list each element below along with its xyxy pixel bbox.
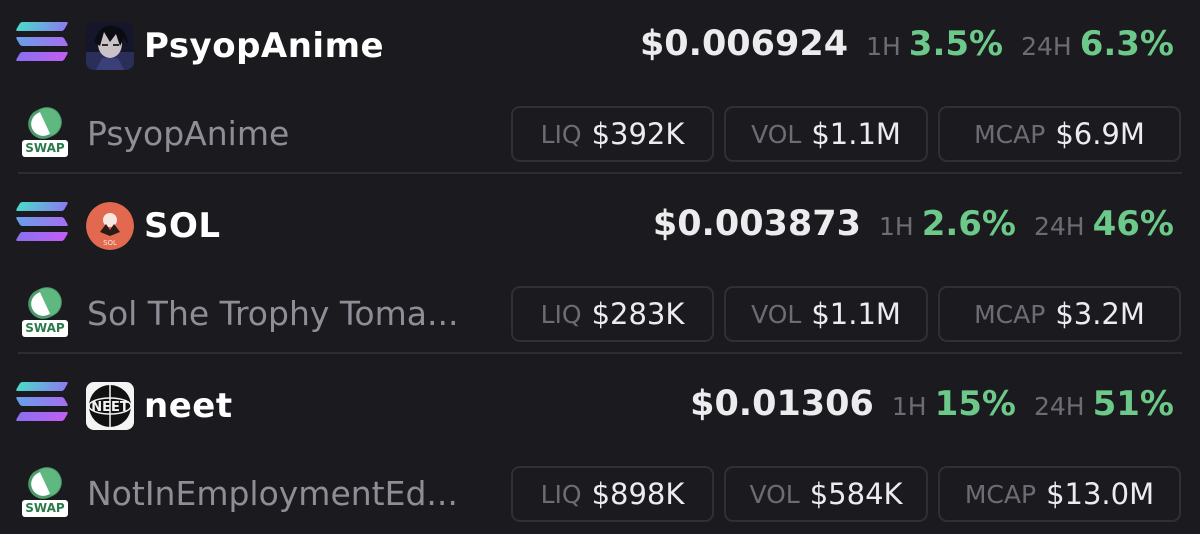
liquidity-badge: LIQ $392K [511,106,714,162]
change-24h-value: 6.3% [1079,24,1174,64]
volume-badge: VOL $584K [724,466,928,522]
swap-tag: SWAP [22,320,68,337]
change-1h-value: 3.5% [908,24,1004,64]
market-cap-label: MCAP [964,479,1037,509]
token-price: $0.01306 [690,384,874,424]
liquidity-label: LIQ [540,299,582,329]
liquidity-label: LIQ [540,479,582,509]
liquidity-label: LIQ [540,119,582,149]
token-symbol[interactable]: PsyopAnime [144,22,384,70]
market-cap-label: MCAP [974,119,1046,149]
change-1h-label: 1H [866,32,901,61]
change-1h-label: 1H [891,392,927,421]
volume-badge: VOL $1.1M [724,286,928,342]
change-1h-value: 15% [934,384,1016,424]
token-symbol[interactable]: neet [144,382,233,430]
row-divider [18,172,1182,174]
change-1h-label: 1H [878,212,914,241]
market-cap-badge: MCAP $6.9M [938,106,1181,162]
volume-value: $584K [809,477,903,511]
volume-value: $1.1M [811,297,901,331]
liquidity-value: $283K [591,297,685,331]
swap-icon: SWAP [20,282,68,337]
solana-icon [15,202,69,242]
solana-icon [15,382,69,422]
change-24h-label: 24H [1033,392,1085,421]
volume-label: VOL [751,119,802,149]
token-price: $0.003873 [652,204,861,244]
row-divider [18,352,1182,354]
liquidity-badge: LIQ $898K [511,466,714,522]
token-name: PsyopAnime [87,114,290,153]
change-24h-label: 24H [1021,32,1072,61]
volume-label: VOL [749,479,800,509]
liquidity-value: $898K [591,477,685,511]
liquidity-value: $392K [591,117,685,151]
market-cap-value: $6.9M [1055,117,1145,151]
token-avatar: NEET [86,382,134,430]
change-24h-label: 24H [1033,212,1085,241]
token-avatar: SOL [86,202,134,250]
token-symbol[interactable]: SOL [144,202,221,250]
liquidity-badge: LIQ $283K [511,286,714,342]
change-24h-value: 51% [1092,384,1174,424]
token-row-neet[interactable]: NEET neet $0.01306 1H 15% 24H 51% SWAP N… [0,376,1200,534]
token-name: NotInEmploymentEd... [87,474,458,513]
market-cap-badge: MCAP $3.2M [938,286,1181,342]
market-cap-label: MCAP [974,299,1046,329]
volume-label: VOL [751,299,802,329]
svg-text:NEET: NEET [91,400,129,415]
market-cap-badge: MCAP $13.0M [938,466,1181,522]
price-line: $0.01306 1H 15% 24H 51% [690,384,1174,424]
token-row-psyopanime[interactable]: PsyopAnime $0.006924 1H 3.5% 24H 6.3% SW… [0,16,1200,196]
swap-tag: SWAP [22,140,68,157]
swap-tag: SWAP [22,500,68,517]
volume-badge: VOL $1.1M [724,106,928,162]
price-line: $0.003873 1H 2.6% 24H 46% [653,204,1174,244]
market-cap-value: $3.2M [1055,297,1145,331]
volume-value: $1.1M [811,117,901,151]
token-avatar [86,22,134,70]
solana-icon [15,22,69,62]
swap-icon: SWAP [20,462,68,517]
swap-icon: SWAP [20,102,68,157]
price-line: $0.006924 1H 3.5% 24H 6.3% [640,24,1174,64]
token-price: $0.006924 [639,24,849,64]
token-name: Sol The Trophy Toma... [87,294,459,333]
change-24h-value: 46% [1092,204,1174,244]
svg-text:SOL: SOL [103,239,117,247]
market-cap-value: $13.0M [1046,477,1155,511]
change-1h-value: 2.6% [921,204,1016,244]
token-row-sol[interactable]: SOL SOL $0.003873 1H 2.6% 24H 46% SWAP S… [0,196,1200,376]
